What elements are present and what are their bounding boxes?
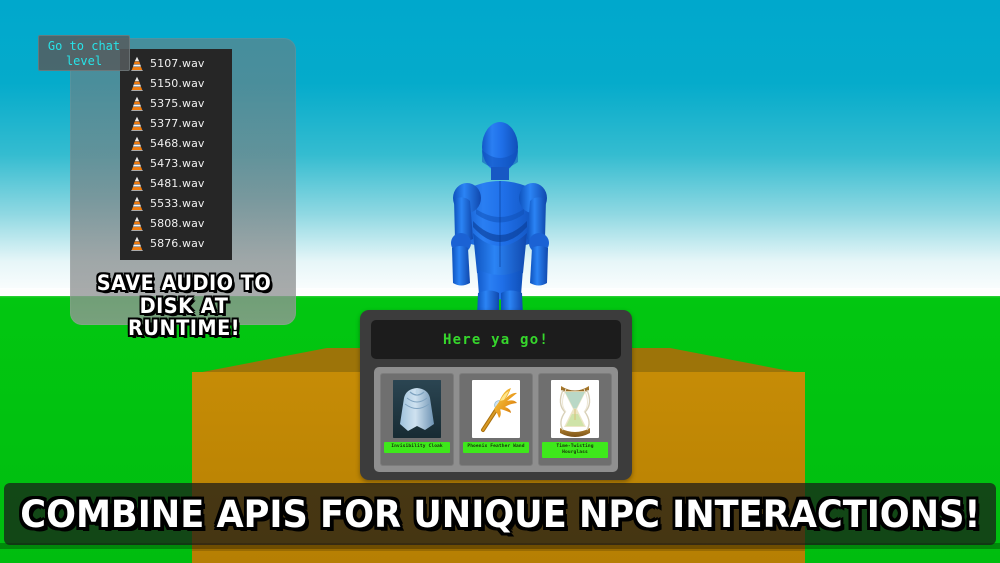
file-list-item[interactable]: 5808.wav <box>120 213 232 233</box>
banner-text: COMBINE APIS FOR UNIQUE NPC INTERACTIONS… <box>19 492 981 536</box>
file-list-item[interactable]: 5481.wav <box>120 173 232 193</box>
vlc-cone-icon <box>131 216 143 231</box>
file-name-label: 5533.wav <box>150 196 205 210</box>
file-name-label: 5876.wav <box>150 236 205 250</box>
vlc-cone-icon <box>131 236 143 251</box>
file-list-item[interactable]: 5473.wav <box>120 153 232 173</box>
file-name-label: 5468.wav <box>150 136 205 150</box>
file-name-label: 5375.wav <box>150 96 205 110</box>
vlc-cone-icon <box>131 76 143 91</box>
file-list-item[interactable]: 5150.wav <box>120 73 232 93</box>
item-thumbnail <box>551 380 599 438</box>
dialog-message-box: Here ya go! <box>371 320 621 359</box>
items-tray: Invisibility Cloak Phoenix Feather Wand Ti… <box>374 367 618 472</box>
item-card[interactable]: Phoenix Feather Wand <box>459 373 533 466</box>
mannequin-figure-icon <box>451 122 549 317</box>
file-list-item[interactable]: 5468.wav <box>120 133 232 153</box>
phoenix-feather-wand-image <box>472 380 520 438</box>
file-name-label: 5473.wav <box>150 156 205 170</box>
vlc-cone-icon <box>131 96 143 111</box>
vlc-cone-icon <box>131 176 143 191</box>
file-list-item[interactable]: 5375.wav <box>120 93 232 113</box>
vlc-cone-icon <box>131 116 143 131</box>
panel-caption-line-1: SAVE AUDIO TO <box>96 271 272 295</box>
item-card[interactable]: Time-Twisting Hourglass <box>538 373 612 466</box>
vlc-cone-icon <box>131 156 143 171</box>
saved-audio-file-list[interactable]: 5107.wav 5150.wav 5375.wav 5377.wav 5468.wav… <box>120 49 232 260</box>
game-screenshot: 5107.wav 5150.wav 5375.wav 5377.wav 5468.wav… <box>0 0 1000 563</box>
file-name-label: 5150.wav <box>150 76 205 90</box>
panel-caption: SAVE AUDIO TO DISK AT RUNTIME! <box>74 272 294 340</box>
item-thumbnail <box>472 380 520 438</box>
panel-caption-line-2: DISK AT RUNTIME! <box>127 293 241 341</box>
time-twisting-hourglass-image <box>551 380 599 438</box>
vlc-cone-icon <box>131 196 143 211</box>
item-label: Invisibility Cloak <box>384 442 450 453</box>
npc-dialog-window: Here ya go! Invisibility Cloak Phoenix Fe… <box>360 310 632 480</box>
file-list-item[interactable]: 5377.wav <box>120 113 232 133</box>
file-list-item[interactable]: 5107.wav <box>120 53 232 73</box>
vlc-cone-icon <box>131 56 143 71</box>
invisibility-cloak-image <box>393 380 441 438</box>
item-card-list: Invisibility Cloak Phoenix Feather Wand Ti… <box>380 373 612 466</box>
go-to-chat-level-button[interactable]: Go to chat level <box>38 35 130 71</box>
file-name-label: 5808.wav <box>150 216 205 230</box>
file-name-label: 5481.wav <box>150 176 205 190</box>
npc-avatar <box>421 117 579 317</box>
file-name-label: 5107.wav <box>150 56 205 70</box>
file-name-label: 5377.wav <box>150 116 205 130</box>
item-card[interactable]: Invisibility Cloak <box>380 373 454 466</box>
item-thumbnail <box>393 380 441 438</box>
item-label: Time-Twisting Hourglass <box>542 442 608 458</box>
item-label: Phoenix Feather Wand <box>463 442 529 453</box>
dialog-message-text: Here ya go! <box>443 331 549 348</box>
file-list-item[interactable]: 5533.wav <box>120 193 232 213</box>
file-list-item[interactable]: 5876.wav <box>120 233 232 253</box>
vlc-cone-icon <box>131 136 143 151</box>
bottom-caption-banner: COMBINE APIS FOR UNIQUE NPC INTERACTIONS… <box>4 483 996 545</box>
